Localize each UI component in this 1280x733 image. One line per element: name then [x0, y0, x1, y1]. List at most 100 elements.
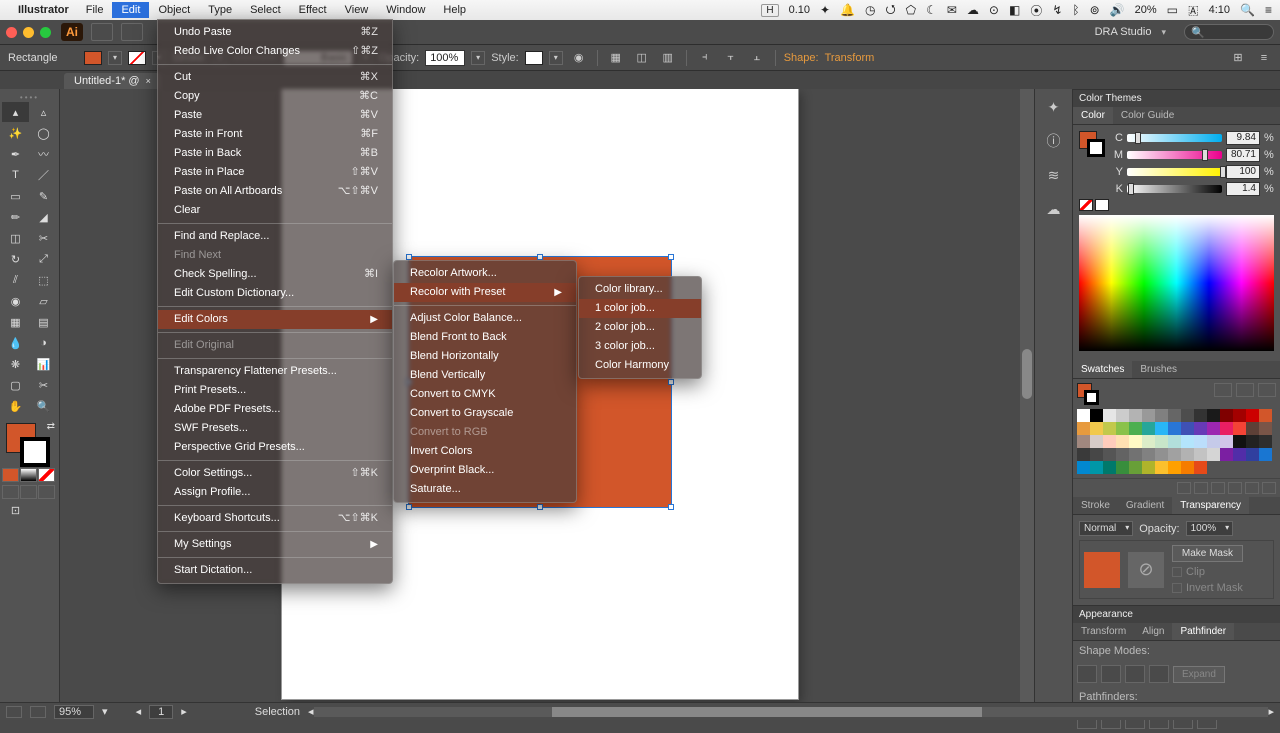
menu-effect[interactable]: Effect [290, 2, 336, 18]
dock-icon[interactable]: ✦ [1042, 95, 1066, 119]
swatch[interactable] [1181, 409, 1194, 422]
clip-checkbox[interactable] [1172, 567, 1182, 577]
swatch[interactable] [1129, 448, 1142, 461]
menu-item[interactable]: Paste in Back⌘B [158, 144, 392, 163]
toolbar-btn[interactable] [91, 23, 113, 41]
swatch[interactable] [1194, 409, 1207, 422]
page-number[interactable]: 1 [149, 705, 173, 719]
menu-item[interactable]: Perspective Grid Presets... [158, 438, 392, 457]
clock[interactable]: 4:10 [1209, 4, 1230, 16]
menu-view[interactable]: View [336, 2, 378, 18]
swatch[interactable] [1103, 448, 1116, 461]
graph-tool[interactable]: 📊 [30, 354, 57, 374]
menu-help[interactable]: Help [434, 2, 475, 18]
color-mode-btn[interactable] [2, 468, 19, 482]
artboard-tool[interactable]: ▢ [2, 375, 29, 395]
color-stroke-proxy[interactable] [1087, 139, 1105, 157]
brush-tool[interactable]: ✎ [30, 186, 57, 206]
swatch-footer-btn[interactable] [1228, 482, 1242, 494]
menu-select[interactable]: Select [241, 2, 290, 18]
swatch[interactable] [1207, 435, 1220, 448]
menu-item[interactable]: Saturate... [394, 480, 576, 499]
menu-item[interactable]: Transparency Flattener Presets... [158, 362, 392, 381]
resize-handle[interactable] [668, 254, 674, 260]
swatch[interactable] [1220, 448, 1233, 461]
swatch[interactable] [1090, 435, 1103, 448]
swatch[interactable] [1129, 435, 1142, 448]
scale-tool[interactable]: ⤢ [30, 249, 57, 269]
menu-item[interactable]: Paste in Place⇧⌘V [158, 163, 392, 182]
swatch[interactable] [1194, 461, 1207, 474]
m-value[interactable]: 80.71 [1226, 148, 1260, 162]
window-controls[interactable] [6, 27, 51, 38]
swatch[interactable] [1233, 409, 1246, 422]
k-slider[interactable] [1127, 185, 1222, 193]
vertical-scrollbar[interactable] [1020, 89, 1034, 702]
swatch[interactable] [1142, 435, 1155, 448]
swatch[interactable] [1246, 448, 1259, 461]
swatch[interactable] [1116, 448, 1129, 461]
type-tool[interactable]: T [2, 165, 29, 185]
draw-normal-btn[interactable] [2, 485, 19, 499]
toolbar-btn[interactable] [121, 23, 143, 41]
tab-gradient[interactable]: Gradient [1118, 497, 1172, 514]
shape-mode-btn[interactable] [1125, 665, 1145, 683]
menu-item[interactable]: Assign Profile... [158, 483, 392, 502]
c-value[interactable]: 9.84 [1226, 131, 1260, 145]
c-slider[interactable] [1127, 134, 1222, 142]
invert-mask-checkbox[interactable] [1172, 583, 1182, 593]
swatch[interactable] [1142, 409, 1155, 422]
swatch[interactable] [1090, 409, 1103, 422]
swatch[interactable] [1129, 422, 1142, 435]
rectangle-tool[interactable]: ▭ [2, 186, 29, 206]
swatch[interactable] [1142, 448, 1155, 461]
m-slider[interactable] [1127, 151, 1222, 159]
style-dd[interactable]: ▾ [549, 51, 563, 65]
blend-mode-dd[interactable]: Normal [1079, 521, 1133, 536]
swatch[interactable] [1194, 448, 1207, 461]
swatch[interactable] [1168, 422, 1181, 435]
free-transform-tool[interactable]: ⬚ [30, 270, 57, 290]
perspective-tool[interactable]: ▱ [30, 291, 57, 311]
y-value[interactable]: 100 [1226, 165, 1260, 179]
status-btn[interactable] [6, 706, 22, 718]
swatch-footer-btn[interactable] [1177, 482, 1191, 494]
symbol-sprayer-tool[interactable]: ❋ [2, 354, 29, 374]
cloud-icon[interactable]: ☁ [967, 3, 979, 17]
toolbox-gripper[interactable]: •••• [2, 93, 57, 101]
draw-behind-btn[interactable] [20, 485, 37, 499]
status-btn[interactable] [30, 706, 46, 718]
swatch[interactable] [1181, 422, 1194, 435]
slice-tool[interactable]: ✂ [30, 375, 57, 395]
stroke-swatch[interactable] [128, 51, 146, 65]
menu-edit[interactable]: Edit [112, 2, 149, 18]
bluetooth-icon[interactable]: ᛒ [1072, 3, 1079, 17]
swatch[interactable] [1194, 435, 1207, 448]
transform-label[interactable]: Transform [825, 52, 875, 64]
swatch[interactable] [1116, 435, 1129, 448]
pen-tool[interactable]: ✒ [2, 144, 29, 164]
blend-tool[interactable]: ◑ [30, 333, 57, 353]
make-mask-button[interactable]: Make Mask [1172, 545, 1243, 562]
h-scrollbar[interactable]: ◂▸ [308, 705, 1274, 718]
battery-icon[interactable]: ▭ [1167, 3, 1178, 17]
menu-file[interactable]: File [77, 2, 113, 18]
swatch[interactable] [1077, 422, 1090, 435]
menu-item[interactable]: Blend Front to Back [394, 328, 576, 347]
app-name[interactable]: Illustrator [18, 4, 69, 16]
tab-stroke[interactable]: Stroke [1073, 497, 1118, 514]
swatch[interactable] [1207, 409, 1220, 422]
recolor-preset-submenu[interactable]: Color library...1 color job...2 color jo… [578, 276, 702, 379]
notifications-icon[interactable]: ≡ [1265, 3, 1272, 17]
menu-item[interactable]: Paste⌘V [158, 106, 392, 125]
menu-item[interactable]: Color library... [579, 280, 701, 299]
tab-transparency[interactable]: Transparency [1172, 497, 1249, 514]
fill-dropdown[interactable]: ▾ [108, 51, 122, 65]
swatch[interactable] [1246, 422, 1259, 435]
align-icon[interactable]: ⫞ [695, 49, 715, 67]
menu-item[interactable]: 2 color job... [579, 318, 701, 337]
menu-item[interactable]: 3 color job... [579, 337, 701, 356]
menu-item[interactable]: Check Spelling...⌘I [158, 265, 392, 284]
spotlight-icon[interactable]: 🔍 [1240, 3, 1255, 17]
menu-item[interactable]: Adjust Color Balance... [394, 309, 576, 328]
